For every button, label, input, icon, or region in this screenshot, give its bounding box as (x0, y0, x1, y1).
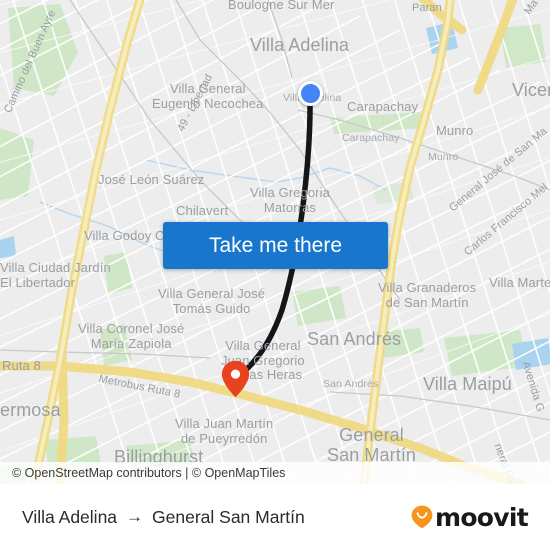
cta-label: Take me there (208, 233, 343, 257)
attribution-text: © OpenStreetMap contributors | © OpenMap… (12, 466, 286, 480)
destination-marker-pin[interactable] (221, 360, 250, 398)
route-origin-label: Villa Adelina (22, 506, 118, 527)
map-attribution-bar: © OpenStreetMap contributors | © OpenMap… (0, 462, 550, 484)
route-summary: Villa Adelina → General San Martín (22, 484, 305, 550)
origin-marker-dot[interactable] (298, 81, 323, 106)
moovit-logo[interactable]: moovit (411, 484, 529, 550)
moovit-pin-icon (411, 505, 433, 529)
moovit-wordmark: moovit (434, 502, 529, 532)
map-canvas[interactable]: Boulogne Sur Mer Villa Adelina Villa Gener… (0, 0, 550, 484)
route-destination-label: General San Martín (152, 506, 305, 527)
take-me-there-button[interactable]: Take me there (163, 222, 388, 269)
arrow-right-icon: → (126, 507, 144, 526)
moovit-route-map: Boulogne Sur Mer Villa Adelina Villa Gener… (0, 0, 550, 550)
footer-bar: Villa Adelina → General San Martín moovi… (0, 484, 550, 550)
